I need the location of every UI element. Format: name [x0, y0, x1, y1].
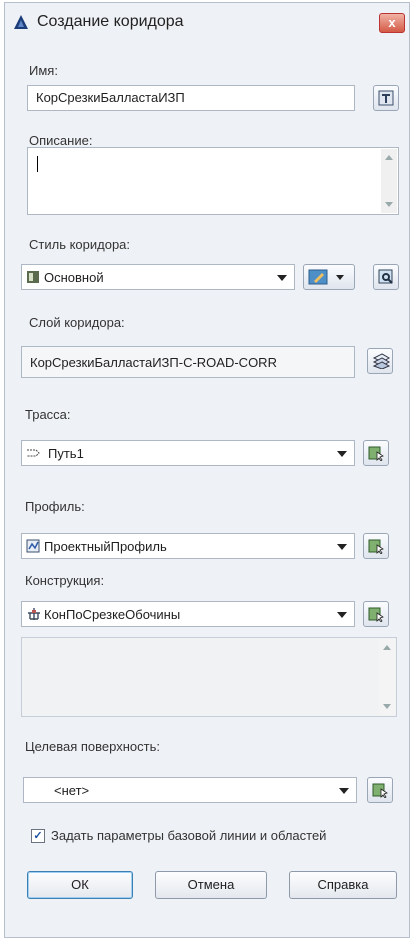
scroll-down-arrow[interactable]	[385, 202, 393, 207]
name-template-button[interactable]	[373, 85, 399, 111]
pick-profile-button[interactable]	[363, 533, 389, 559]
alignment-icon	[26, 446, 42, 463]
profile-label: Профиль:	[25, 499, 85, 514]
preview-style-button[interactable]	[373, 264, 399, 290]
description-scrollbar[interactable]	[381, 149, 397, 213]
alignment-label: Трасса:	[25, 407, 71, 422]
pick-from-drawing-icon	[368, 446, 384, 461]
corridor-layer-value: КорСрезкиБалластаИЗП-C-ROAD-CORR	[30, 355, 277, 370]
list-scrollbar[interactable]	[379, 639, 395, 715]
corridor-style-value: Основной	[44, 270, 104, 285]
cancel-button[interactable]: Отмена	[155, 871, 267, 899]
edit-style-button[interactable]	[303, 264, 355, 290]
scroll-down-arrow[interactable]	[383, 704, 391, 709]
assembly-value: КонПоСрезкеОбочины	[44, 607, 181, 622]
corridor-layer-field: КорСрезкиБалластаИЗП-C-ROAD-CORR	[21, 346, 355, 378]
assembly-details-list	[21, 637, 397, 717]
alignment-value: Путь1	[48, 446, 84, 461]
help-button[interactable]: Справка	[289, 871, 397, 899]
chevron-down-icon	[337, 612, 347, 618]
chevron-down-icon	[337, 451, 347, 457]
target-surface-value: <нет>	[54, 783, 90, 798]
name-template-icon	[378, 90, 394, 106]
edit-style-icon	[308, 269, 344, 285]
corridor-layer-label: Слой коридора:	[29, 315, 125, 330]
baseline-checkbox[interactable]: ✓	[31, 829, 45, 843]
corridor-style-select[interactable]: Основной	[21, 264, 295, 290]
pick-from-drawing-icon	[372, 783, 388, 798]
autocad-triangle-icon	[13, 14, 29, 33]
target-surface-select[interactable]: <нет>	[23, 777, 357, 803]
scroll-up-arrow[interactable]	[383, 645, 391, 650]
description-input[interactable]	[27, 147, 399, 215]
chevron-down-icon	[277, 275, 287, 281]
assembly-select[interactable]: КонПоСрезкеОбочины	[21, 601, 355, 627]
preview-style-icon	[378, 269, 393, 284]
create-corridor-dialog: Создание коридора x Имя: КорСрезкиБаллас…	[4, 2, 410, 938]
layers-button[interactable]	[367, 348, 393, 374]
description-label: Описание:	[29, 133, 93, 148]
pick-from-drawing-icon	[368, 607, 384, 622]
chevron-down-icon	[339, 788, 349, 794]
baseline-checkbox-label[interactable]: Задать параметры базовой линии и областе…	[51, 828, 326, 843]
pick-from-drawing-icon	[368, 539, 384, 554]
scroll-up-arrow[interactable]	[385, 155, 393, 160]
text-cursor	[37, 156, 38, 172]
corridor-style-icon	[26, 270, 40, 287]
name-value: КорСрезкиБалластаИЗП	[36, 90, 185, 105]
profile-icon	[26, 539, 40, 556]
profile-value: ПроектныйПрофиль	[44, 539, 167, 554]
name-input[interactable]: КорСрезкиБалластаИЗП	[27, 85, 355, 111]
pick-alignment-button[interactable]	[363, 440, 389, 466]
layers-icon	[372, 353, 390, 369]
close-button[interactable]: x	[379, 13, 405, 33]
target-surface-label: Целевая поверхность:	[25, 739, 160, 754]
assembly-icon	[26, 607, 42, 624]
title-bar: Создание коридора x	[5, 3, 409, 43]
ok-button[interactable]: ОК	[27, 871, 133, 899]
corridor-style-label: Стиль коридора:	[29, 237, 131, 252]
assembly-label: Конструкция:	[25, 573, 105, 588]
chevron-down-icon	[337, 544, 347, 550]
name-label: Имя:	[29, 63, 58, 78]
pick-surface-button[interactable]	[367, 777, 393, 803]
profile-select[interactable]: ПроектныйПрофиль	[21, 533, 355, 559]
alignment-select[interactable]: Путь1	[21, 440, 355, 466]
dialog-title: Создание коридора	[37, 13, 184, 30]
pick-assembly-button[interactable]	[363, 601, 389, 627]
